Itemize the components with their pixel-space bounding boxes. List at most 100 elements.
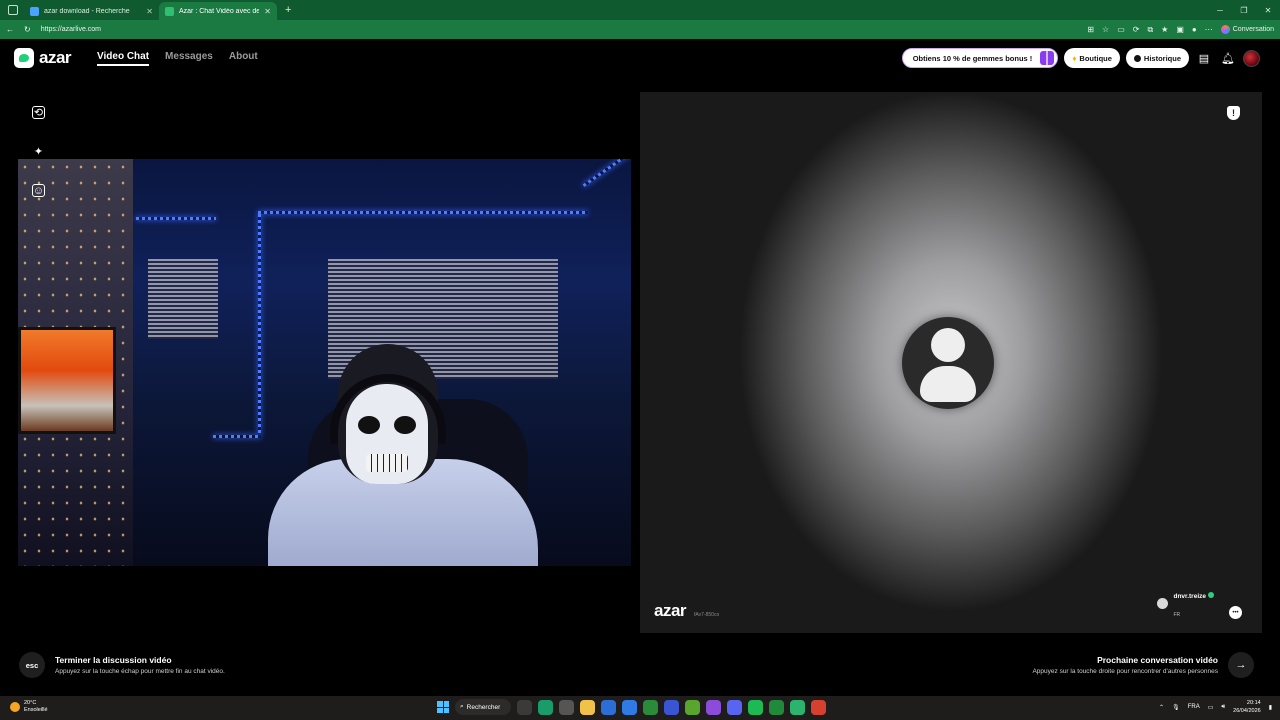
extensions-icon[interactable]: ⧉ (1147, 25, 1153, 35)
magic-wand-icon[interactable]: ✦ (32, 145, 45, 158)
weather-widget[interactable]: 20°C Ensoleillé (10, 700, 48, 714)
favorites-icon[interactable]: ★ (1161, 25, 1168, 34)
copilot-conversation-button[interactable]: Conversation (1220, 25, 1274, 34)
promo-label: Obtiens 10 % de gemmes bonus ! (912, 53, 1033, 63)
back-icon[interactable]: ← (6, 25, 14, 34)
next-arrow-button[interactable]: → (1228, 652, 1254, 678)
tray-overflow-icon[interactable]: ⌃ (1159, 704, 1164, 711)
twitch-icon[interactable] (706, 699, 721, 715)
bell-icon[interactable]: 🔔︎ (1219, 49, 1237, 67)
end-chat-hint[interactable]: esc Terminer la discussion vidéo Appuyez… (19, 652, 225, 678)
window-controls: ─ ❐ ✕ (1208, 0, 1280, 20)
xbox-icon[interactable] (643, 699, 658, 715)
boutique-button[interactable]: ♦ Boutique (1064, 48, 1120, 68)
gem-promo-button[interactable]: Obtiens 10 % de gemmes bonus ! (901, 48, 1059, 68)
partner-video-pane: ! azar fAv7-850co dnvr.treize FR ••• (640, 92, 1262, 633)
store-icon[interactable] (601, 699, 616, 715)
ea-app-icon[interactable] (664, 699, 679, 715)
app-available-icon[interactable]: ⊞ (1087, 25, 1094, 34)
close-tab-icon[interactable]: ✕ (264, 7, 271, 16)
chat-bubble-icon[interactable]: ••• (1229, 606, 1242, 619)
nav-video-chat[interactable]: Video Chat (97, 51, 150, 66)
nvidia-icon[interactable] (685, 699, 700, 715)
weather-temp: 20°C (24, 700, 37, 706)
favorite-star-icon[interactable]: ☆ (1102, 25, 1109, 34)
logo-text: azar (39, 48, 72, 67)
task-view-icon[interactable] (517, 699, 532, 715)
esc-key-button[interactable]: esc (19, 652, 45, 678)
volume-icon[interactable]: 🔊︎ (1221, 704, 1225, 711)
history-clock-icon (1133, 54, 1141, 62)
browser-tab-azar[interactable]: Azar : Chat Vidéo avec de nc ✕ (159, 2, 277, 20)
nav-messages[interactable]: Messages (165, 51, 213, 66)
partner-avatar-icon (1157, 597, 1169, 609)
top-nav: azar Video Chat Messages About Obtiens 1… (0, 39, 1280, 77)
end-chat-title: Terminer la discussion vidéo (55, 655, 172, 665)
windows-start-icon[interactable] (437, 701, 449, 713)
browser-tab-bar: azar download - Recherche ✕ Azar : Chat … (0, 0, 1280, 20)
restore-icon[interactable]: ❐ (1232, 0, 1256, 20)
taskbar-clock[interactable]: 20:14 26/04/2026 (1233, 699, 1261, 715)
system-tray: ⌃ 🎙︎ FRA ▭ 🔊︎ 20:14 26/04/2026 ▮ (1159, 699, 1272, 715)
partner-info[interactable]: dnvr.treize FR (1157, 585, 1214, 621)
close-tab-icon[interactable]: ✕ (146, 7, 153, 16)
led-strip (136, 217, 216, 220)
spotify-icon[interactable] (748, 699, 763, 715)
next-chat-title: Prochaine conversation vidéo (1097, 655, 1218, 665)
nav-about[interactable]: About (229, 51, 258, 66)
notification-icon[interactable]: ▮ (1269, 704, 1272, 711)
user-avatar[interactable] (1243, 49, 1260, 67)
profile-icon[interactable]: ● (1192, 25, 1197, 34)
edge-browser-icon[interactable] (538, 699, 553, 715)
xbox-game-bar-icon[interactable] (769, 699, 784, 715)
partner-country: FR (1173, 612, 1181, 618)
url-field[interactable]: https://azarlive.com (41, 26, 1078, 33)
historique-button[interactable]: Historique (1125, 48, 1189, 68)
weather-condition: Ensoleillé (24, 707, 48, 713)
led-strip (582, 159, 631, 187)
report-shield-icon[interactable]: ! (1227, 106, 1240, 120)
tv-fireplace (18, 327, 116, 434)
boutique-label: Boutique (1079, 53, 1112, 63)
language-indicator[interactable]: FRA (1188, 704, 1200, 710)
led-strip (213, 435, 261, 438)
minimize-icon[interactable]: ─ (1208, 0, 1232, 20)
azar-favicon-icon (165, 6, 174, 16)
tab-actions-icon[interactable] (8, 5, 18, 15)
reload-icon[interactable]: ↻ (24, 25, 31, 34)
date-label: 26/04/2026 (1233, 708, 1261, 714)
taskbar-search[interactable]: ⌕ Rechercher (455, 699, 511, 715)
watermark-id: fAv7-850co (694, 612, 720, 618)
sticker-icon[interactable]: ☺ (32, 184, 45, 197)
chrome-icon[interactable] (811, 699, 826, 715)
azar-app-icon[interactable] (790, 699, 805, 715)
avatar-placeholder-icon (902, 317, 994, 409)
azar-logo-icon (14, 48, 34, 68)
led-strip (258, 211, 588, 214)
network-icon[interactable]: ▭ (1208, 704, 1214, 711)
next-chat-subtitle: Appuyez sur la touche droite pour rencon… (1032, 668, 1218, 675)
settings-icon[interactable] (559, 699, 574, 715)
browser-tab-search[interactable]: azar download - Recherche ✕ (24, 2, 159, 20)
mail-icon[interactable] (622, 699, 637, 715)
search-icon: ⌕ (460, 703, 464, 710)
inbox-icon[interactable]: ▤ (1195, 49, 1213, 67)
self-video-tools: ⟲ ✦ ☺ (32, 106, 45, 197)
more-menu-icon[interactable]: ⋯ (1205, 25, 1213, 34)
next-chat-hint[interactable]: Prochaine conversation vidéo Appuyez sur… (1032, 652, 1254, 678)
new-tab-icon[interactable]: + (285, 4, 291, 16)
close-window-icon[interactable]: ✕ (1256, 0, 1280, 20)
split-screen-icon[interactable]: ▭ (1117, 25, 1125, 34)
refresh-page-icon[interactable]: ⟳ (1133, 25, 1140, 34)
copilot-icon (1220, 25, 1230, 34)
discord-icon[interactable] (727, 699, 742, 715)
microphone-icon[interactable]: 🎙︎ (1172, 704, 1180, 711)
collections-icon[interactable]: ▣ (1176, 25, 1184, 34)
verified-badge-icon (1208, 592, 1214, 598)
nav-actions: Obtiens 10 % de gemmes bonus ! ♦ Boutiqu… (901, 48, 1260, 68)
search-favicon-icon (30, 6, 39, 16)
camera-switch-icon[interactable]: ⟲ (32, 106, 45, 119)
time-label: 20:14 (1246, 700, 1261, 706)
file-explorer-icon[interactable] (580, 699, 595, 715)
azar-logo[interactable]: azar (14, 48, 72, 68)
